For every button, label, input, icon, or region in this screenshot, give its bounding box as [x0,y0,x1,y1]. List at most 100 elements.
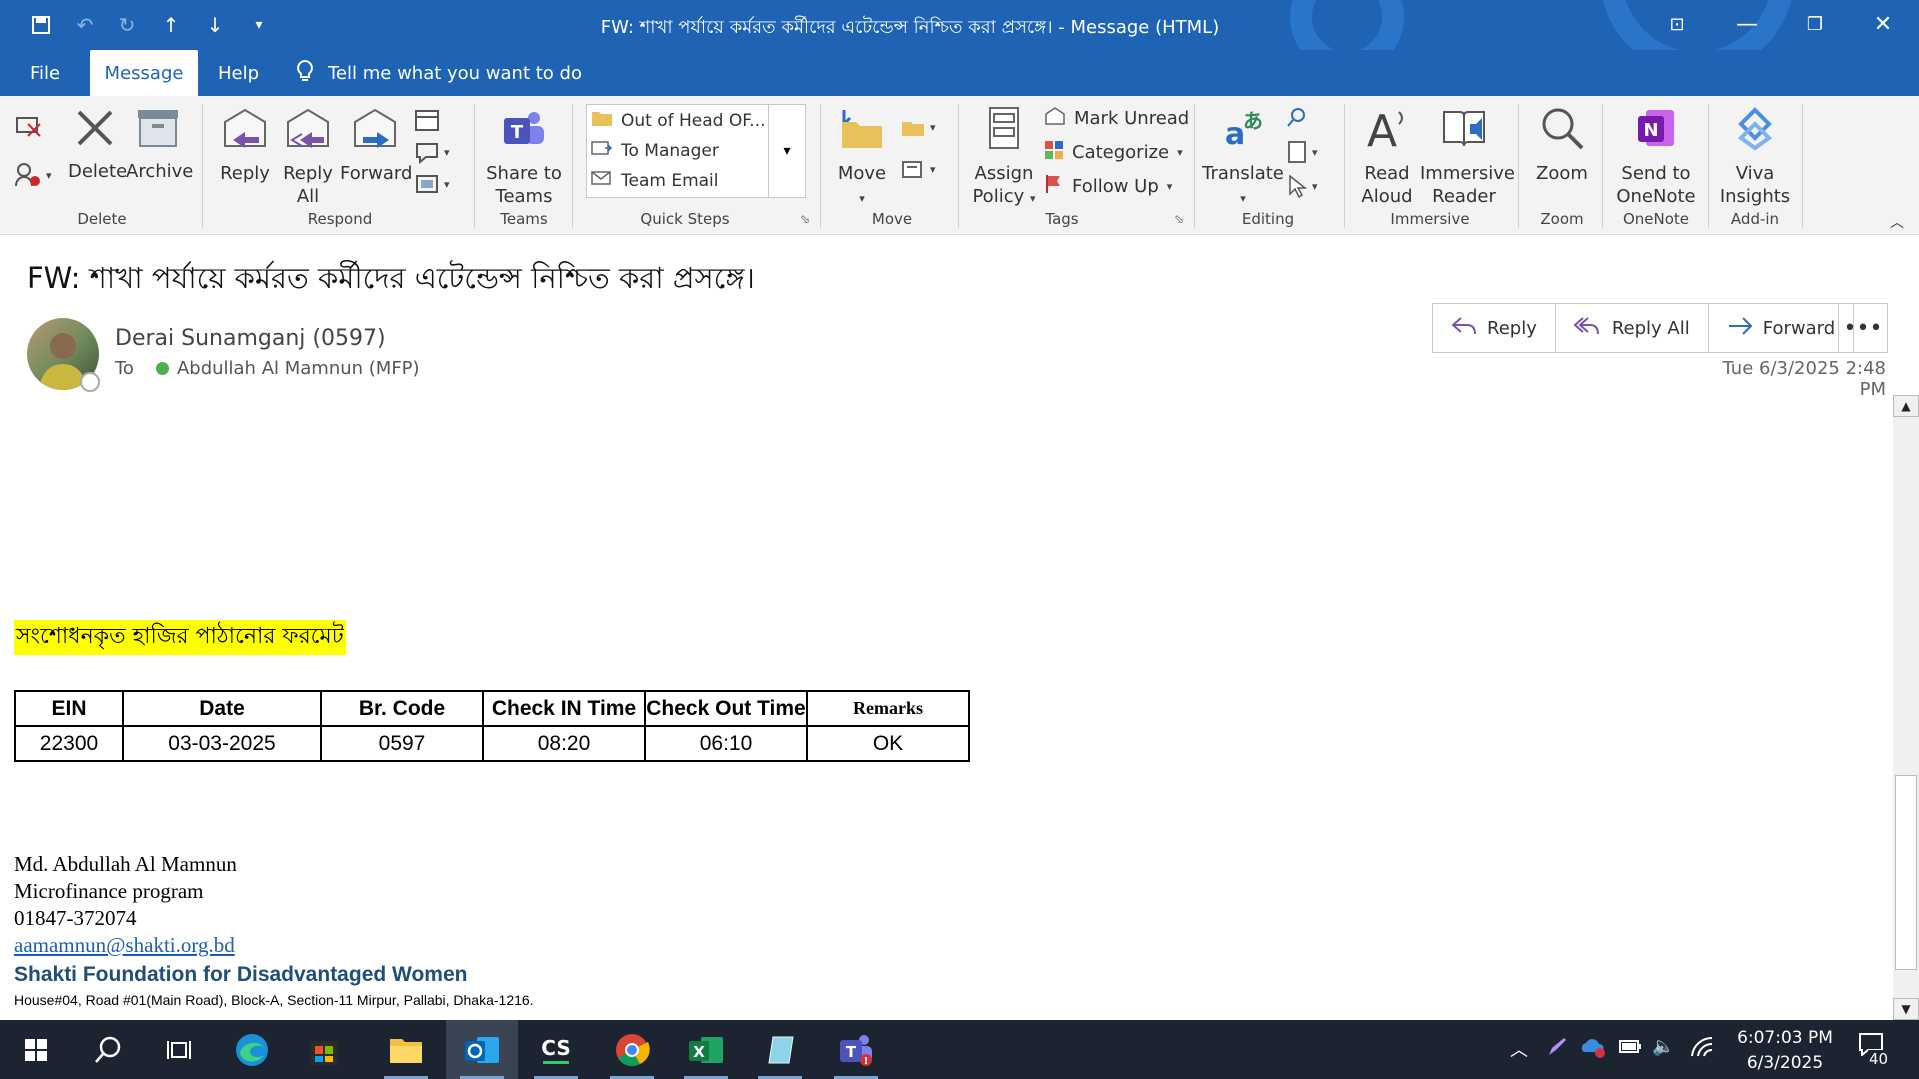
menu-message[interactable]: Message [90,50,198,96]
vertical-scrollbar[interactable]: ▲ ▼ [1893,395,1919,1020]
im-reply-icon[interactable]: ▾ [414,140,450,164]
start-icon[interactable] [0,1020,72,1079]
svg-text:T: T [846,1043,857,1061]
undo-icon[interactable]: ↶ [70,10,100,40]
tell-me-search[interactable]: Tell me what you want to do [296,50,582,96]
follow-up-label: Follow Up [1072,176,1159,197]
find-icon[interactable] [1286,106,1308,132]
previous-item-icon[interactable]: ↑ [156,10,186,40]
quick-step-to-manager[interactable]: To Manager [591,139,719,162]
quick-steps-launcher-icon[interactable]: ⬂ [800,212,810,226]
notification-center-icon[interactable]: 40 [1858,1032,1890,1068]
outlook-icon[interactable] [446,1020,518,1079]
restore-button[interactable]: ❐ [1781,0,1849,48]
system-clock[interactable]: 6:07:03 PM 6/3/2025 [1730,1026,1840,1076]
message-actions: Reply Reply All Forward [1432,303,1855,353]
archive-label: Archive [126,161,194,182]
quick-step-team-email[interactable]: Team Email [591,169,719,192]
signature-email-link[interactable]: aamamnun@shakti.org.bd [14,933,235,958]
send-to-onenote-button[interactable]: N Send to OneNote [1610,104,1702,208]
sender-name[interactable]: Derai Sunamganj (0597) [115,326,386,351]
actions-icon[interactable]: ▾ [900,158,936,180]
next-item-icon[interactable]: ↓ [200,10,230,40]
task-view-icon[interactable] [144,1020,216,1079]
archive-button[interactable]: Archive [126,106,194,183]
table-header: Check Out Time [644,690,808,727]
reply-button[interactable]: Reply [1433,304,1556,352]
more-respond-icon[interactable]: ▾ [414,172,450,196]
delete-label: Delete [68,161,128,182]
quick-step-label: To Manager [621,140,719,161]
minimize-button[interactable]: — [1713,0,1781,48]
close-button[interactable]: ✕ [1849,0,1917,48]
quick-steps-more-icon[interactable]: ▾ [768,105,805,197]
cs-app-icon[interactable]: CS [520,1020,592,1079]
recipient-row: To Abdullah Al Mamnun (MFP) [115,358,420,379]
edge-icon[interactable] [216,1020,288,1079]
store-icon[interactable] [288,1020,360,1079]
table-header: Remarks [806,690,970,727]
teams-icon: T [484,106,564,158]
to-label: To [115,358,134,379]
notepad-icon[interactable] [744,1020,816,1079]
reply-ribbon-button[interactable]: Reply [218,106,272,185]
ignore-icon[interactable] [14,114,44,142]
collapse-ribbon-icon[interactable]: ︿ [1890,212,1904,232]
scroll-thumb[interactable] [1895,775,1917,970]
mark-unread-button[interactable]: Mark Unread [1044,106,1189,131]
pen-icon[interactable] [1546,1036,1568,1063]
forward-button[interactable]: Forward [1709,304,1853,352]
viva-insights-button[interactable]: Viva Insights [1716,104,1794,208]
save-icon[interactable] [26,10,56,40]
redo-icon[interactable]: ↻ [112,10,142,40]
tags-launcher-icon[interactable]: ⬂ [1174,212,1184,226]
scroll-up-icon[interactable]: ▲ [1893,395,1919,417]
table-cell: 0597 [320,725,484,762]
read-aloud-button[interactable]: A Read Aloud [1354,104,1420,208]
reply-all-button[interactable]: Reply All [1556,304,1709,352]
excel-icon[interactable]: X [670,1020,742,1079]
share-to-teams-button[interactable]: T Share to Teams [484,106,564,208]
lightbulb-icon [296,59,314,88]
teams-taskbar-icon[interactable]: T! [820,1020,892,1079]
categorize-button[interactable]: Categorize ▾ [1044,140,1183,165]
quick-step-label: Team Email [621,170,719,191]
signature-address: House#04, Road #01(Main Road), Block-A, … [14,992,534,1008]
clock-date: 6/3/2025 [1746,1053,1824,1073]
show-hidden-icons-icon[interactable]: ︿ [1510,1036,1528,1062]
forward-label: Forward [1762,317,1836,339]
onedrive-error-icon[interactable] [1580,1036,1606,1063]
zoom-button[interactable]: Zoom [1530,104,1594,185]
select-icon[interactable]: ▾ [1286,174,1318,198]
translate-button[interactable]: aあ Translate ▾ [1202,104,1284,210]
volume-icon[interactable]: 🔈 [1652,1036,1674,1057]
ribbon-display-options-icon[interactable]: ⊡ [1643,0,1711,48]
rules-icon[interactable]: ▾ [900,116,936,138]
immersive-reader-button[interactable]: Immersive Reader [1420,104,1515,208]
reply-all-ribbon-button[interactable]: Reply All [280,106,336,208]
meeting-icon[interactable] [414,108,440,136]
menu-file[interactable]: File [30,50,60,96]
viva-insights-icon [1716,104,1794,158]
scroll-down-icon[interactable]: ▼ [1893,998,1919,1020]
customize-toolbar-icon[interactable]: ▾ [244,10,274,40]
forward-ribbon-button[interactable]: Forward [340,106,412,185]
follow-up-button[interactable]: Follow Up ▾ [1044,174,1172,199]
signature-organization: Shakti Foundation for Disadvantaged Wome… [14,963,468,986]
quick-step-out-of-head[interactable]: Out of Head OF... [591,109,766,132]
menu-help[interactable]: Help [218,50,259,96]
ribbon-separator [1518,104,1519,228]
more-actions-icon[interactable]: ••• [1838,303,1888,353]
wifi-icon[interactable] [1690,1036,1714,1063]
move-button[interactable]: Move ▾ [832,106,892,210]
junk-icon[interactable]: ▾ [14,162,52,188]
battery-icon[interactable] [1618,1036,1642,1061]
related-icon[interactable]: ▾ [1286,140,1318,164]
chrome-icon[interactable] [596,1020,668,1079]
delete-button[interactable]: Delete [68,106,127,183]
recipient-name[interactable]: Abdullah Al Mamnun (MFP) [177,358,420,379]
assign-policy-button[interactable]: Assign Policy ▾ [966,104,1042,210]
search-icon[interactable] [72,1020,144,1079]
file-explorer-icon[interactable] [370,1020,442,1079]
forward-mail-icon [591,139,613,162]
